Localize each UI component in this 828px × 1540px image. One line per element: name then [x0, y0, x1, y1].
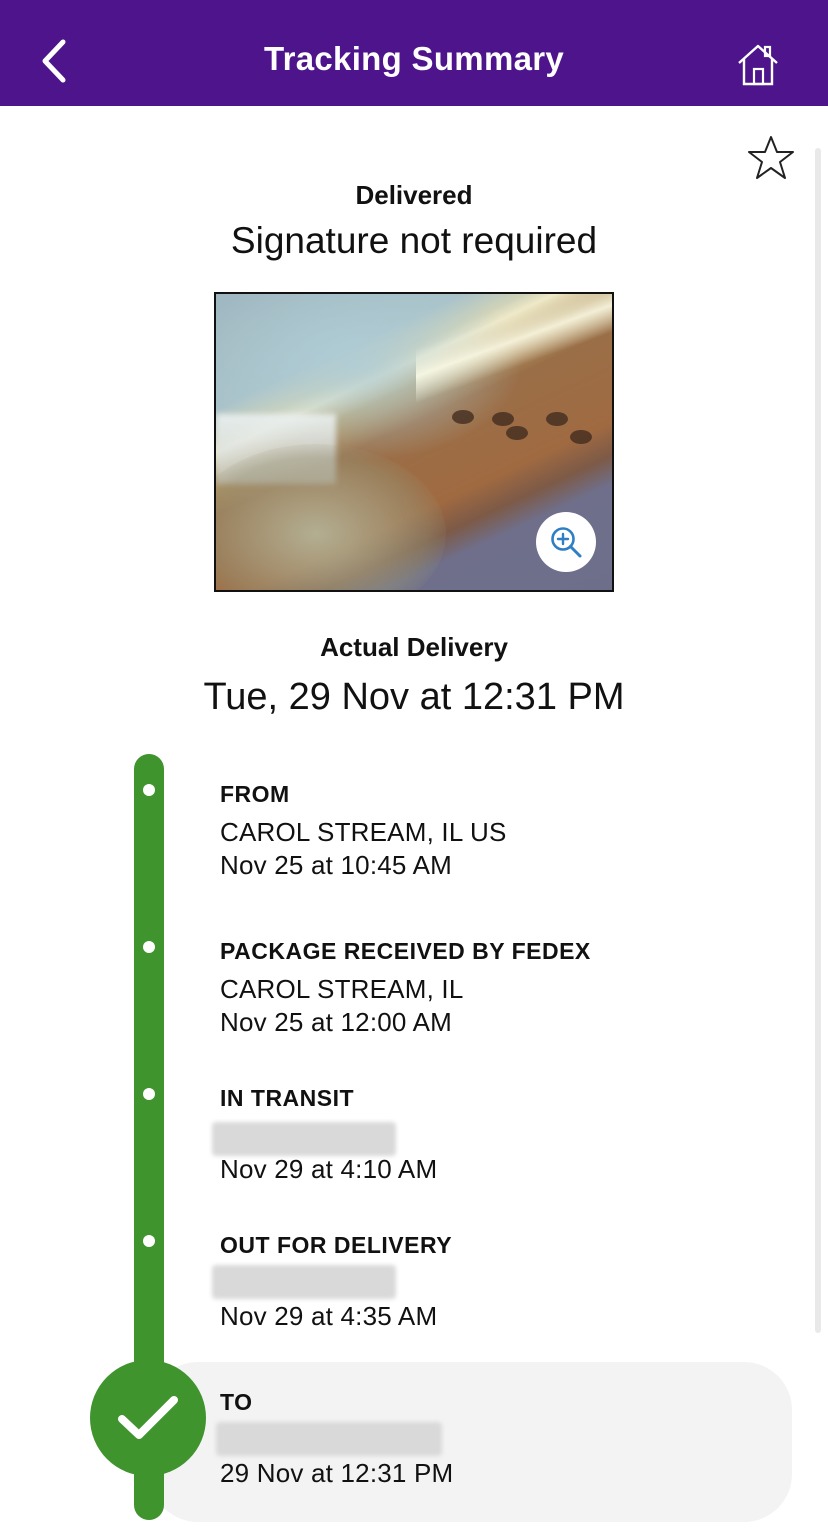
zoom-button[interactable]: [536, 512, 596, 572]
delivered-status-circle: [90, 1360, 206, 1476]
home-button[interactable]: [730, 36, 786, 92]
timeline-step-title: PACKAGE RECEIVED BY FEDEX: [220, 938, 591, 964]
zoom-in-icon: [551, 527, 582, 558]
photo-detail: [452, 410, 474, 424]
photo-detail: [546, 412, 568, 426]
timeline-step-location: CAROL STREAM, IL US: [220, 817, 507, 847]
photo-detail: [216, 444, 446, 590]
actual-delivery-date: Tue, 29 Nov at 12:31 PM: [203, 676, 625, 718]
photo-detail: [506, 426, 528, 440]
timeline-step-title: FROM: [220, 781, 290, 807]
timeline-dot: [143, 1088, 155, 1100]
timeline-step-title: IN TRANSIT: [220, 1085, 355, 1111]
home-icon: [738, 44, 778, 86]
photo-detail: [492, 412, 514, 426]
timeline-step-title: TO: [220, 1389, 253, 1415]
timeline-dot: [143, 941, 155, 953]
star-outline-icon: [748, 136, 794, 179]
timeline-step-time: Nov 25 at 10:45 AM: [220, 850, 452, 880]
timeline-step-time: Nov 25 at 12:00 AM: [220, 1007, 452, 1037]
page-title: Tracking Summary: [263, 40, 565, 77]
signature-status: Signature not required: [230, 220, 598, 261]
redacted-location: [212, 1265, 396, 1299]
timeline-step-time: 29 Nov at 12:31 PM: [220, 1458, 454, 1488]
timeline-step-time: Nov 29 at 4:35 AM: [220, 1301, 438, 1331]
timeline-dot: [143, 1235, 155, 1247]
proof-of-delivery-photo[interactable]: [214, 292, 614, 592]
favorite-button[interactable]: [744, 132, 798, 184]
redacted-location: [216, 1422, 442, 1456]
checkmark-icon: [118, 1396, 178, 1439]
delivery-status: Delivered: [355, 180, 473, 210]
redacted-location: [212, 1122, 396, 1156]
timeline-step-location: CAROL STREAM, IL: [220, 974, 464, 1004]
actual-delivery-label: Actual Delivery: [320, 632, 508, 662]
photo-highlight: [416, 294, 612, 404]
timeline-step-time: Nov 29 at 4:10 AM: [220, 1154, 438, 1184]
scrollbar[interactable]: [815, 148, 821, 1333]
photo-detail: [570, 430, 592, 444]
timeline-step-title: OUT FOR DELIVERY: [220, 1232, 453, 1258]
top-bar: Tracking Summary: [0, 0, 828, 106]
timeline-dot: [143, 784, 155, 796]
